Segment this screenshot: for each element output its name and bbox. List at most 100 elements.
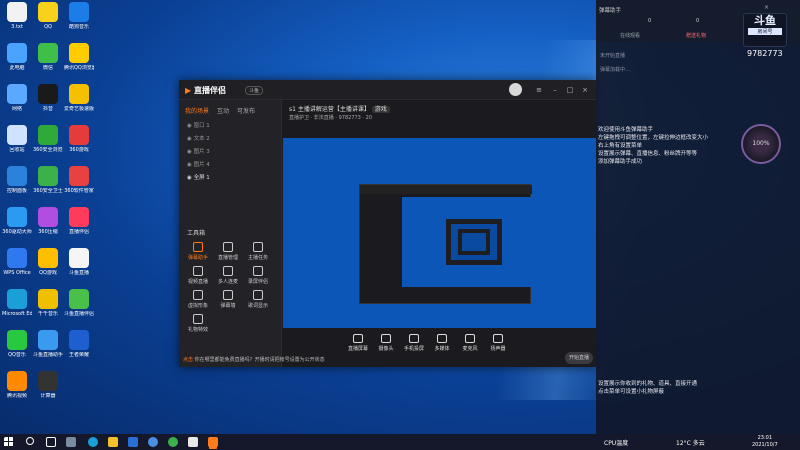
app-icon <box>7 371 27 391</box>
toolbox-item[interactable]: 主播任务 <box>247 242 269 264</box>
desktop-icon-label: 360游戏 <box>69 147 89 153</box>
toolbox-item[interactable]: 多人连麦 <box>217 266 239 288</box>
start-menu-icon[interactable] <box>4 437 14 447</box>
taskbar-app-icon[interactable] <box>66 437 76 447</box>
assistant-title: 弹幕助手 <box>599 8 622 14</box>
toolbox-item[interactable]: 弹幕助手 <box>187 242 209 264</box>
desktop-icon[interactable]: 360安全卫士 <box>33 166 63 200</box>
security-guard-icon[interactable] <box>168 437 178 447</box>
clock[interactable]: 23:01 2021/10/7 <box>752 435 778 449</box>
help-line: 设置展示你收到的礼物、道具、直接开通 <box>598 381 698 387</box>
desktop-icon[interactable]: 360驱动大师 <box>2 207 32 241</box>
maximize-icon[interactable]: □ <box>566 86 574 94</box>
source-button[interactable]: 摄像头 <box>373 334 399 352</box>
source-icon <box>493 334 503 343</box>
scene-item[interactable]: ◉ 图片 3 <box>187 147 277 156</box>
scene-item[interactable]: ◉ 图片 4 <box>187 160 277 169</box>
stream-title[interactable]: s1 主播讲解运营【主播讲课】 游戏 <box>289 104 390 113</box>
scene-item[interactable]: ◉ 全屏 1 <box>187 173 277 182</box>
desktop-icon[interactable]: 腾讯QQ浏览器 <box>64 43 94 77</box>
desktop-icon[interactable]: 网络 <box>2 84 32 118</box>
scene-item[interactable]: ◉ 窗口 1 <box>187 121 277 130</box>
toolbox-item[interactable]: 虚拟形象 <box>187 290 209 312</box>
desktop-icon-label: 360驱动大师 <box>2 229 32 235</box>
tab-publish[interactable]: 可发布 <box>237 108 255 115</box>
desktop-icon[interactable]: 斗鱼直播助手 <box>33 330 63 364</box>
close-icon[interactable]: × <box>764 4 769 11</box>
avatar[interactable] <box>509 83 522 96</box>
file-explorer-icon[interactable] <box>108 437 118 447</box>
taskbar-app-icon[interactable] <box>188 437 198 447</box>
desktop-icon-label: 腾讯视频 <box>6 393 27 399</box>
desktop-icon[interactable]: 微信 <box>33 43 63 77</box>
desktop-icon[interactable]: 控制面板 <box>2 166 32 200</box>
desktop-icon[interactable]: QQ音乐 <box>2 330 32 364</box>
desktop-icon[interactable]: 腾讯视频 <box>2 371 32 405</box>
toolbox-item[interactable]: 视频直播 <box>187 266 209 288</box>
search-icon[interactable] <box>26 437 34 445</box>
toolbox-item[interactable]: 歌词显示 <box>247 290 269 312</box>
minimize-icon[interactable]: – <box>551 86 559 94</box>
desktop-icon[interactable]: 360压缩 <box>33 207 63 241</box>
menu-icon[interactable]: ≡ <box>535 86 543 94</box>
stream-preview-canvas[interactable] <box>283 138 596 328</box>
desktop-icon-label: 斗鱼直播伴侣 <box>64 311 94 317</box>
start-live-button[interactable]: 开始直播 <box>565 352 593 364</box>
tab-online-viewers[interactable]: 在线观看 <box>620 32 640 39</box>
task-view-icon[interactable] <box>46 437 56 447</box>
desktop-icon-label: QQ音乐 <box>8 352 26 358</box>
toolbox-item[interactable]: 礼物特效 <box>187 314 209 336</box>
live-companion-taskbar-icon[interactable] <box>208 437 218 447</box>
desktop-icon[interactable]: 回收站 <box>2 125 32 159</box>
source-button[interactable]: 扬声器 <box>485 334 511 352</box>
desktop-icon[interactable]: 360游戏 <box>64 125 94 159</box>
desktop-icon[interactable]: 王者荣耀 <box>64 330 94 364</box>
desktop-icon-label: 斗鱼直播 <box>68 270 89 276</box>
desktop-icon[interactable]: 千千音乐 <box>33 289 63 323</box>
scene-item[interactable]: ◉ 文本 2 <box>187 134 277 143</box>
source-button[interactable]: 直播屏幕 <box>345 334 371 352</box>
store-icon[interactable] <box>128 437 138 447</box>
app-icon <box>7 43 27 63</box>
source-button[interactable]: 手机投屏 <box>401 334 427 352</box>
source-button[interactable]: 麦克风 <box>457 334 483 352</box>
desktop-icon[interactable]: 360安全浏览器 <box>33 125 63 159</box>
desktop-icon[interactable]: QQ <box>33 2 63 36</box>
desktop-icon-label: Microsoft Edge <box>2 311 32 317</box>
tool-label: 弹幕助手 <box>187 255 208 261</box>
desktop-icon[interactable]: QQ游戏 <box>33 248 63 282</box>
desktop-icon[interactable]: 直播伴侣 <box>64 207 94 241</box>
desktop-icon[interactable]: 斗鱼直播伴侣 <box>64 289 94 323</box>
desktop-icon-label: WPS Office <box>3 270 31 276</box>
help-line: 右上角有设置菜单 <box>598 143 643 149</box>
app-version-badge[interactable]: 斗鱼 <box>245 86 264 95</box>
tab-my-scenes[interactable]: 我的场景 <box>185 108 209 115</box>
toolbox-item[interactable]: 直播管理 <box>217 242 239 264</box>
tab-interact[interactable]: 互动 <box>217 108 229 115</box>
desktop-icon[interactable]: Microsoft Edge <box>2 289 32 323</box>
app-logo: ▶ 直播伴侣 <box>185 86 226 95</box>
desktop-icon[interactable]: 360软件管家 <box>64 166 94 200</box>
qq-browser-icon[interactable] <box>148 437 158 447</box>
desktop-icon[interactable]: 3.txt <box>2 2 32 36</box>
app-icon <box>38 125 58 145</box>
desktop-icon[interactable]: 斗鱼直播 <box>64 248 94 282</box>
edge-icon[interactable] <box>88 437 98 447</box>
desktop-icon[interactable]: 爱奇艺极速版 <box>64 84 94 118</box>
desktop-icon-label: 360压缩 <box>38 229 58 235</box>
close-icon[interactable]: × <box>581 86 589 94</box>
desktop-icon-label: 斗鱼直播助手 <box>33 352 63 358</box>
app-icon <box>38 330 58 350</box>
toolbox-item[interactable]: 录屏伴侣 <box>247 266 269 288</box>
sidebar-tabs: 我的场景 互动 可发布 <box>185 106 263 115</box>
source-button[interactable]: 多媒体 <box>429 334 455 352</box>
desktop-icon[interactable]: 此电脑 <box>2 43 32 77</box>
desktop-icon[interactable]: WPS Office <box>2 248 32 282</box>
toolbox-item[interactable]: 弹幕墙 <box>217 290 239 312</box>
desktop-icon[interactable]: 抖音 <box>33 84 63 118</box>
desktop-icon[interactable]: 酷狗音乐 <box>64 2 94 36</box>
weather-widget[interactable]: 12°C 多云 <box>676 438 705 447</box>
tab-gifts[interactable]: 赠送礼物 <box>686 32 706 39</box>
desktop-icon[interactable]: 计算器 <box>33 371 63 405</box>
gift-count: 0 <box>696 18 700 24</box>
